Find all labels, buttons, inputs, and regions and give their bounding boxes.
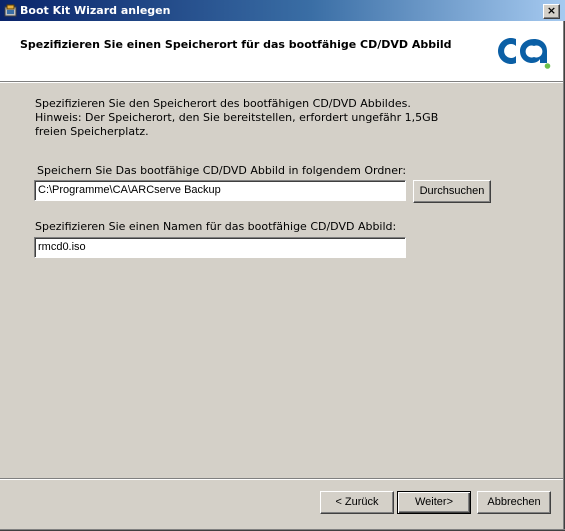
description-line-2: Hinweis: Der Speicherort, den Sie bereit… <box>35 111 439 124</box>
browse-button-label: Durchsuchen <box>419 185 485 197</box>
next-button[interactable]: Weiter> <box>397 491 471 514</box>
title-bar[interactable]: Boot Kit Wizard anlegen × <box>0 0 565 21</box>
ca-logo <box>498 38 551 69</box>
filename-input[interactable]: rmcd0.iso <box>34 237 406 258</box>
folder-label: Speichern Sie Das bootfähige CD/DVD Abbi… <box>37 164 407 177</box>
description-line-1: Spezifizieren Sie den Speicherort des bo… <box>35 97 411 110</box>
cancel-button[interactable]: Abbrechen <box>477 491 551 514</box>
wizard-app-icon <box>4 4 17 17</box>
back-button[interactable]: < Zurück <box>320 491 394 514</box>
browse-button[interactable]: Durchsuchen <box>413 180 491 203</box>
wizard-window: Boot Kit Wizard anlegen × Spezifizieren … <box>0 0 565 531</box>
footer-divider <box>0 478 565 480</box>
close-icon: × <box>546 4 557 17</box>
next-button-label: Weiter> <box>414 496 453 508</box>
folder-path-input[interactable]: C:\Programme\CA\ARCserve Backup <box>34 180 406 201</box>
window-title: Boot Kit Wizard anlegen <box>20 4 171 17</box>
wizard-header: Spezifizieren Sie einen Speicherort für … <box>0 21 565 82</box>
cancel-button-label: Abbrechen <box>487 496 541 508</box>
back-button-label: < Zurück <box>335 496 379 508</box>
description-line-3: freien Speicherplatz. <box>35 125 149 138</box>
page-title: Spezifizieren Sie einen Speicherort für … <box>20 38 452 51</box>
filename-label: Spezifizieren Sie einen Namen für das bo… <box>35 220 397 233</box>
description: Spezifizieren Sie den Speicherort des bo… <box>35 97 535 139</box>
close-button[interactable]: × <box>543 4 560 19</box>
